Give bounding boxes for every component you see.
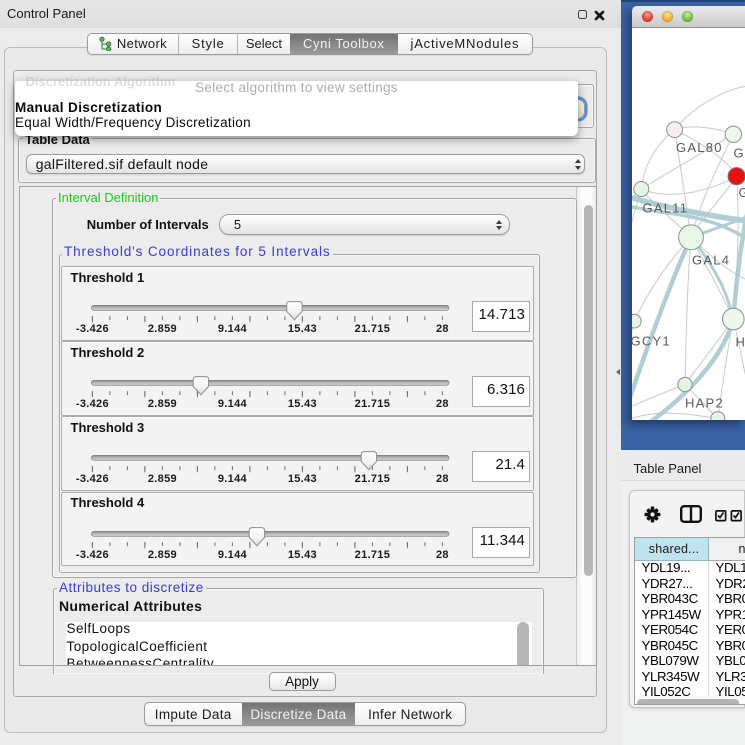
svg-text:15.43: 15.43 — [287, 323, 316, 335]
svg-text:HAP2: HAP2 — [685, 396, 724, 411]
svg-text:GAL80: GAL80 — [676, 140, 723, 155]
svg-text:GCY1: GCY1 — [632, 334, 671, 349]
svg-text:GAL3: GAL3 — [734, 146, 745, 161]
svg-text:GAL11: GAL11 — [643, 201, 689, 216]
svg-text:28: 28 — [435, 323, 448, 335]
svg-text:GC: GC — [739, 185, 745, 200]
svg-text:HA: HA — [736, 335, 745, 350]
svg-text:2.859: 2.859 — [147, 323, 176, 335]
svg-text:21.715: 21.715 — [354, 323, 389, 335]
svg-text:9.144: 9.144 — [217, 323, 247, 335]
svg-text:GAL4: GAL4 — [692, 253, 730, 268]
svg-text:-3.426: -3.426 — [75, 323, 108, 335]
